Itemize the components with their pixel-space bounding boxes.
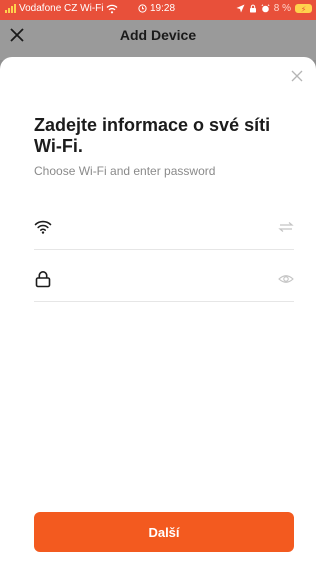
screen: Vodafone CZ Wi-Fi 19:28 8 % ⚡ Add Device…	[0, 0, 316, 568]
next-button[interactable]: Další	[34, 512, 294, 552]
alarm-clock-icon	[261, 4, 270, 13]
sheet-close-icon[interactable]	[288, 67, 306, 85]
carrier-label: Vodafone CZ Wi-Fi	[19, 3, 104, 14]
alarm-icon	[138, 4, 147, 13]
location-arrow-icon	[236, 4, 245, 13]
battery-charging-icon: ⚡	[295, 4, 312, 14]
status-left: Vodafone CZ Wi-Fi	[5, 3, 118, 14]
wifi-network-row[interactable]	[34, 205, 294, 250]
wifi-password-input[interactable]	[64, 269, 258, 291]
wifi-subheading: Choose Wi-Fi and enter password	[34, 164, 216, 178]
wifi-setup-sheet: Zadejte informace o své síti Wi-Fi. Choo…	[0, 57, 316, 568]
status-right: 8 % ⚡	[236, 3, 312, 14]
status-center: 19:28	[138, 3, 175, 14]
wifi-network-input[interactable]	[64, 217, 258, 239]
page-title: Add Device	[119, 27, 197, 43]
wifi-heading: Zadejte informace o své síti Wi-Fi.	[34, 115, 271, 156]
wifi-password-row[interactable]	[34, 257, 294, 302]
wifi-icon	[34, 220, 52, 234]
swap-arrows-icon[interactable]	[278, 219, 294, 235]
wifi-icon	[107, 4, 118, 13]
app-header: Add Device	[0, 20, 316, 60]
signal-icon	[5, 4, 16, 13]
eye-icon[interactable]	[278, 271, 294, 287]
lock-rotation-icon	[249, 4, 256, 13]
battery-percent: 8 %	[273, 3, 291, 14]
status-bar: Vodafone CZ Wi-Fi 19:28 8 % ⚡	[0, 0, 316, 20]
lock-icon	[35, 271, 51, 288]
clock-label: 19:28	[150, 3, 176, 14]
